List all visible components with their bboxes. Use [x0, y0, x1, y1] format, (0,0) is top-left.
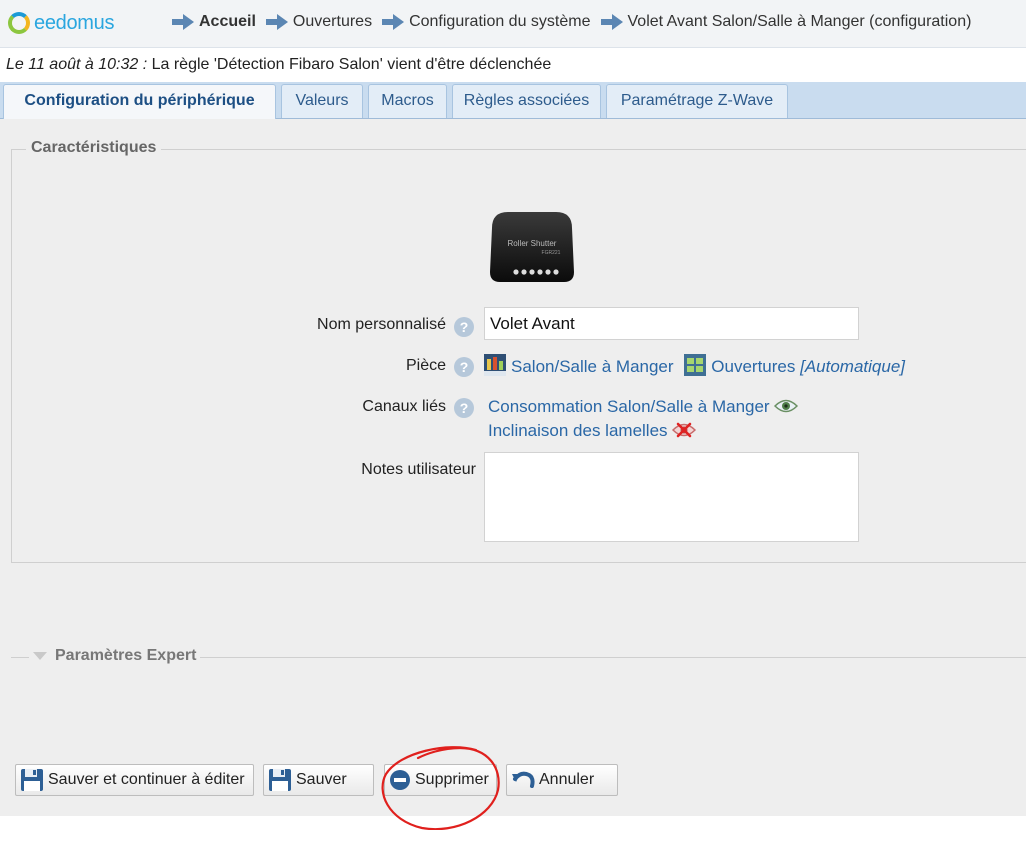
minus-circle-icon	[390, 770, 410, 790]
arrow-right-icon	[600, 14, 623, 30]
delete-button[interactable]: Supprimer	[384, 764, 497, 796]
name-input[interactable]	[484, 307, 859, 340]
category-icon	[684, 354, 707, 376]
logo-ring-icon	[8, 12, 30, 34]
arrow-right-icon	[172, 14, 194, 30]
tab-content: Caractéristiques Roller Shutter FGR221 N…	[0, 119, 1026, 816]
notice-message: La règle 'Détection Fibaro Salon' vient …	[151, 56, 552, 73]
cancel-label: Annuler	[539, 771, 595, 788]
room-values: Salon/Salle à Manger Ouvertures [Automat…	[484, 354, 905, 377]
brand-name: eedomus	[34, 11, 115, 34]
category-link[interactable]: Ouvertures	[711, 357, 795, 376]
arrow-right-icon	[265, 14, 288, 30]
brand-logo[interactable]: eedomus	[8, 8, 114, 38]
breadcrumb-ouvertures[interactable]: Ouvertures	[265, 13, 372, 31]
save-button[interactable]: Sauver	[263, 764, 374, 796]
breadcrumb-current-device: Volet Avant Salon/Salle à Manger (config…	[600, 13, 971, 31]
channels-label: Canaux liés	[362, 398, 446, 415]
hidden-eye-icon[interactable]	[672, 422, 697, 438]
breadcrumb-system-config[interactable]: Configuration du système	[382, 13, 591, 31]
channel-link-consumption[interactable]: Consommation Salon/Salle à Manger	[488, 397, 770, 416]
save-continue-button[interactable]: Sauver et continuer à éditer	[15, 764, 254, 796]
arrow-right-icon	[382, 14, 405, 30]
expert-legend-label: Paramètres Expert	[55, 647, 197, 664]
category-mode: [Automatique]	[800, 357, 906, 376]
floppy-disk-icon	[269, 769, 291, 791]
tab-zwave-settings[interactable]: Paramétrage Z-Wave	[606, 84, 788, 118]
notice-time: Le 11 août à 10:32 :	[6, 56, 148, 73]
channel-link-slats[interactable]: Inclinaison des lamelles	[488, 421, 668, 440]
room-help-icon[interactable]: ?	[454, 357, 474, 377]
channel-item: Consommation Salon/Salle à Manger	[488, 397, 799, 417]
top-header: eedomus Accueil Ouvertures Configuration…	[0, 0, 1026, 48]
event-notice: Le 11 août à 10:32 : La règle 'Détection…	[6, 56, 551, 74]
delete-label: Supprimer	[415, 771, 489, 788]
tab-associated-rules[interactable]: Règles associées	[452, 84, 601, 118]
device-label-line2: FGR221	[542, 250, 561, 256]
eye-icon[interactable]	[774, 398, 799, 414]
undo-arrow-icon	[512, 771, 535, 788]
triangle-down-icon	[33, 652, 47, 660]
device-image: Roller Shutter FGR221	[490, 212, 574, 282]
breadcrumb: Accueil Ouvertures Configuration du syst…	[172, 13, 981, 31]
notes-textarea[interactable]	[484, 452, 859, 542]
tab-values[interactable]: Valeurs	[281, 84, 363, 118]
expert-toggle[interactable]: Paramètres Expert	[29, 647, 201, 665]
name-label: Nom personnalisé	[317, 316, 446, 333]
floppy-disk-icon	[21, 769, 43, 791]
room-label: Pièce	[405, 357, 446, 374]
name-help-icon[interactable]: ?	[454, 317, 474, 337]
notes-label: Notes utilisateur	[361, 461, 476, 478]
channels-help-icon[interactable]: ?	[454, 398, 474, 418]
save-continue-label: Sauver et continuer à éditer	[48, 771, 245, 788]
device-label-line1: Roller Shutter	[508, 239, 557, 248]
tab-bar: Configuration du périphérique Valeurs Ma…	[0, 82, 1026, 119]
tab-macros[interactable]: Macros	[368, 84, 447, 118]
cancel-button[interactable]: Annuler	[506, 764, 618, 796]
save-label: Sauver	[296, 771, 347, 788]
channel-item: Inclinaison des lamelles	[488, 421, 697, 441]
tab-device-configuration[interactable]: Configuration du périphérique	[3, 84, 276, 119]
room-icon	[484, 354, 506, 376]
characteristics-legend: Caractéristiques	[26, 139, 162, 157]
breadcrumb-home[interactable]: Accueil	[172, 13, 256, 31]
room-link[interactable]: Salon/Salle à Manger	[511, 357, 674, 376]
